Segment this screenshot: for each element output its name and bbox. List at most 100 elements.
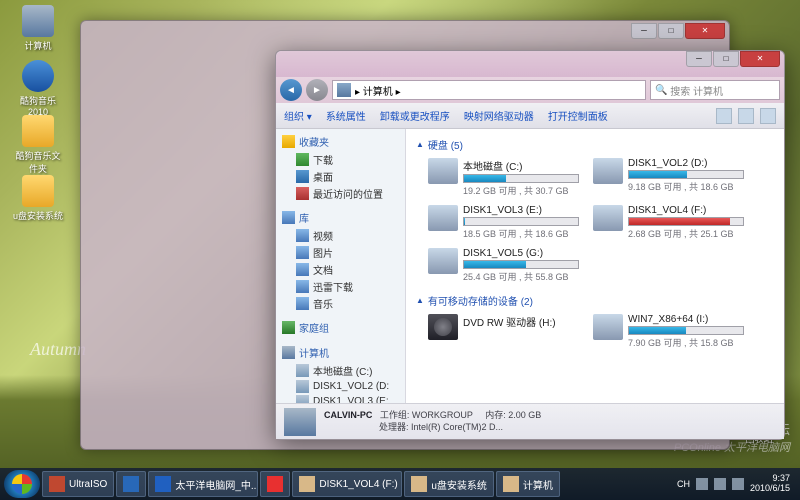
- drive-icon: [428, 205, 458, 231]
- sidebar-recent[interactable]: 最近访问的位置: [282, 185, 399, 202]
- drive-item[interactable]: WIN7_X86+64 (I:) 7.90 GB 可用 , 共 15.8 GB: [591, 312, 746, 351]
- sidebar-libraries[interactable]: 库: [282, 208, 399, 227]
- drive-free-text: 18.5 GB 可用 , 共 18.6 GB: [463, 227, 579, 240]
- sidebar-downloads[interactable]: 下载: [282, 151, 399, 168]
- drive-name: DVD RW 驱动器 (H:): [463, 314, 579, 329]
- start-button[interactable]: [4, 470, 40, 498]
- app-icon: [267, 476, 283, 492]
- back-button[interactable]: ◄: [280, 79, 302, 101]
- drive-name: WIN7_X86+64 (I:): [628, 314, 744, 325]
- download-icon: [296, 280, 309, 293]
- drive-icon: [296, 395, 309, 403]
- tray-icon[interactable]: [696, 478, 708, 490]
- taskbar: UltraISO 太平洋电脑网_中... DISK1_VOL4 (F:)u盘安装系统…: [0, 468, 800, 500]
- music-icon: [296, 297, 309, 310]
- wallpaper-text: Autumn: [30, 339, 86, 360]
- computer-icon: [284, 408, 316, 436]
- computer-name: CALVIN-PC: [324, 410, 372, 420]
- drive-name: DISK1_VOL3 (E:): [463, 205, 579, 216]
- system-tray: CH 9:37 2010/6/15: [677, 474, 796, 494]
- drive-name: DISK1_VOL2 (D:): [628, 158, 744, 169]
- taskbar-item[interactable]: UltraISO: [42, 471, 114, 497]
- drive-icon: [593, 205, 623, 231]
- main-pane[interactable]: ▲硬盘 (5) 本地磁盘 (C:) 19.2 GB 可用 , 共 30.7 GB…: [406, 129, 784, 403]
- preview-icon[interactable]: [738, 108, 754, 124]
- close-button[interactable]: ✕: [740, 51, 780, 67]
- app-icon: [503, 476, 519, 492]
- titlebar[interactable]: ─ □ ✕: [276, 51, 784, 77]
- sidebar-music[interactable]: 音乐: [282, 295, 399, 312]
- homegroup-icon: [282, 321, 295, 334]
- app-icon: [123, 476, 139, 492]
- sidebar-drive-d[interactable]: DISK1_VOL2 (D:: [282, 379, 399, 394]
- tray-volume-icon[interactable]: [732, 478, 744, 490]
- drive-free-text: 2.68 GB 可用 , 共 25.1 GB: [628, 227, 744, 240]
- documents-icon: [296, 263, 309, 276]
- sidebar-desktop[interactable]: 桌面: [282, 168, 399, 185]
- recent-icon: [296, 187, 309, 200]
- folder-icon: [22, 115, 54, 147]
- explorer-window: ─ □ ✕ ◄ ► ▸ 计算机 ▸ 🔍 搜索 计算机 组织 ▾ 系统属性 卸载或…: [275, 50, 785, 440]
- sidebar-computer[interactable]: 计算机: [282, 343, 399, 362]
- taskbar-item[interactable]: [260, 471, 290, 497]
- help-icon[interactable]: [760, 108, 776, 124]
- desktop-icon-kugou-folder[interactable]: 酷狗音乐文 件夹: [12, 115, 64, 175]
- sidebar-homegroup[interactable]: 家庭组: [282, 318, 399, 337]
- sidebar-documents[interactable]: 文档: [282, 261, 399, 278]
- taskbar-item[interactable]: u盘安装系统: [404, 471, 494, 497]
- library-icon: [282, 211, 295, 224]
- maximize-button[interactable]: □: [713, 51, 739, 67]
- drive-item[interactable]: DISK1_VOL5 (G:) 25.4 GB 可用 , 共 55.8 GB: [426, 246, 581, 285]
- sidebar-pictures[interactable]: 图片: [282, 244, 399, 261]
- drive-item[interactable]: DISK1_VOL2 (D:) 9.18 GB 可用 , 共 18.6 GB: [591, 156, 746, 199]
- app-icon: [411, 476, 427, 492]
- drive-item[interactable]: DISK1_VOL3 (E:) 18.5 GB 可用 , 共 18.6 GB: [426, 203, 581, 242]
- desktop-icon: [296, 170, 309, 183]
- clock[interactable]: 9:37 2010/6/15: [750, 474, 790, 494]
- control-panel-button[interactable]: 打开控制面板: [548, 108, 608, 123]
- taskbar-item[interactable]: 太平洋电脑网_中...: [148, 471, 258, 497]
- search-input[interactable]: 🔍 搜索 计算机: [650, 80, 780, 100]
- toolbar: 组织 ▾ 系统属性 卸载或更改程序 映射网络驱动器 打开控制面板: [276, 103, 784, 129]
- taskbar-item[interactable]: DISK1_VOL4 (F:): [292, 471, 402, 497]
- drive-item[interactable]: 本地磁盘 (C:) 19.2 GB 可用 , 共 30.7 GB: [426, 156, 581, 199]
- forward-button[interactable]: ►: [306, 79, 328, 101]
- sidebar-drive-e[interactable]: DISK1_VOL3 (E:: [282, 394, 399, 403]
- bg-maximize-button[interactable]: □: [658, 23, 684, 39]
- tray-lang[interactable]: CH: [677, 479, 690, 489]
- system-properties-button[interactable]: 系统属性: [326, 108, 366, 123]
- taskbar-item[interactable]: 计算机: [496, 471, 560, 497]
- tray-network-icon[interactable]: [714, 478, 726, 490]
- drive-item[interactable]: DISK1_VOL4 (F:) 2.68 GB 可用 , 共 25.1 GB: [591, 203, 746, 242]
- sidebar-xunlei[interactable]: 迅雷下载: [282, 278, 399, 295]
- sidebar-drive-c[interactable]: 本地磁盘 (C:): [282, 362, 399, 379]
- drive-icon: [296, 364, 309, 377]
- app-icon: [155, 476, 171, 492]
- breadcrumb[interactable]: ▸ 计算机 ▸: [332, 80, 646, 100]
- desktop-icon-usb-install[interactable]: u盘安装系统: [12, 175, 64, 222]
- drive-icon: [593, 158, 623, 184]
- minimize-button[interactable]: ─: [686, 51, 712, 67]
- desktop-icon-kugou[interactable]: 酷狗音乐 2010: [12, 60, 64, 117]
- drive-item[interactable]: DVD RW 驱动器 (H:): [426, 312, 581, 351]
- drive-name: DISK1_VOL5 (G:): [463, 248, 579, 259]
- sidebar-videos[interactable]: 视频: [282, 227, 399, 244]
- organize-menu[interactable]: 组织 ▾: [284, 108, 312, 123]
- bg-close-button[interactable]: ✕: [685, 23, 725, 39]
- bg-minimize-button[interactable]: ─: [631, 23, 657, 39]
- drive-free-text: 7.90 GB 可用 , 共 15.8 GB: [628, 336, 744, 349]
- video-icon: [296, 229, 309, 242]
- drive-name: 本地磁盘 (C:): [463, 158, 579, 173]
- computer-icon: [282, 346, 295, 359]
- uninstall-button[interactable]: 卸载或更改程序: [380, 108, 450, 123]
- desktop-icon-computer[interactable]: 计算机: [12, 5, 64, 52]
- taskbar-item[interactable]: [116, 471, 146, 497]
- collapse-icon: ▲: [416, 296, 424, 305]
- app-icon: [22, 60, 54, 92]
- group-hard-disks[interactable]: ▲硬盘 (5): [416, 137, 774, 152]
- map-network-button[interactable]: 映射网络驱动器: [464, 108, 534, 123]
- view-icon[interactable]: [716, 108, 732, 124]
- sidebar-favorites[interactable]: 收藏夹: [282, 132, 399, 151]
- group-removable[interactable]: ▲有可移动存储的设备 (2): [416, 293, 774, 308]
- drive-icon: [428, 158, 458, 184]
